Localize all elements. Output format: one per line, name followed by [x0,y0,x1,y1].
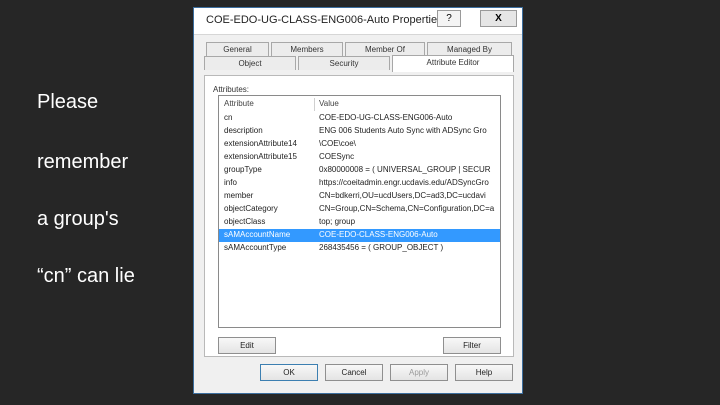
help-title-button[interactable]: ? [437,10,461,27]
table-row[interactable]: description ENG 006 Students Auto Sync wi… [219,125,500,138]
tab-security[interactable]: Security [298,56,390,70]
filter-button[interactable]: Filter [443,337,501,354]
ok-button[interactable]: OK [260,364,318,381]
row-value: \COE\coe\ [319,139,356,148]
column-divider[interactable] [314,98,315,111]
table-row[interactable]: groupType 0x80000008 = ( UNIVERSAL_GROUP … [219,164,500,177]
column-header-value[interactable]: Value [319,99,339,108]
tab-members[interactable]: Members [271,42,343,56]
table-row[interactable]: info https://coeitadmin.engr.ucdavis.edu/… [219,177,500,190]
table-row[interactable]: objectCategory CN=Group,CN=Schema,CN=Conf… [219,203,500,216]
row-attribute: description [224,126,263,135]
table-row[interactable]: cn COE-EDO-UG-CLASS-ENG006-Auto [219,112,500,125]
row-value: https://coeitadmin.engr.ucdavis.edu/ADSy… [319,178,489,187]
row-value: COE-EDO-CLASS-ENG006-Auto [319,230,438,239]
row-attribute: info [224,178,237,187]
apply-button[interactable]: Apply [390,364,448,381]
row-attribute: extensionAttribute14 [224,139,297,148]
slide-line-3: a group's [37,208,119,230]
row-attribute: sAMAccountName [224,230,291,239]
row-value: 268435456 = ( GROUP_OBJECT ) [319,243,444,252]
row-value: 0x80000008 = ( UNIVERSAL_GROUP | SECUR [319,165,491,174]
row-value: CN=Group,CN=Schema,CN=Configuration,DC=a [319,204,495,213]
close-button[interactable]: X [480,10,517,27]
edit-button[interactable]: Edit [218,337,276,354]
row-attribute: member [224,191,254,200]
column-header-attribute[interactable]: Attribute [224,99,254,108]
row-attribute: groupType [224,165,262,174]
table-row[interactable]: extensionAttribute14 \COE\coe\ [219,138,500,151]
row-value: CN=bdkerri,OU=ucdUsers,DC=ad3,DC=ucdavi [319,191,486,200]
row-attribute: sAMAccountType [224,243,287,252]
table-row-selected[interactable]: sAMAccountName COE-EDO-CLASS-ENG006-Auto [219,229,500,242]
tab-managed-by[interactable]: Managed By [427,42,512,56]
dialog-title: COE-EDO-UG-CLASS-ENG006-Auto Properties [206,14,443,26]
tab-attribute-editor[interactable]: Attribute Editor [392,55,514,72]
row-attribute: objectClass [224,217,266,226]
dialog-titlebar[interactable]: COE-EDO-UG-CLASS-ENG006-Auto Properties … [194,8,522,35]
row-attribute: cn [224,113,233,122]
slide-line-1: Please [37,91,99,113]
tab-general[interactable]: General [206,42,269,56]
cancel-button[interactable]: Cancel [325,364,383,381]
help-button[interactable]: Help [455,364,513,381]
row-value: ENG 006 Students Auto Sync with ADSync G… [319,126,487,135]
row-value: COESync [319,152,355,161]
attributes-label: Attributes: [213,85,250,94]
properties-dialog: COE-EDO-UG-CLASS-ENG006-Auto Properties … [193,7,523,394]
attributes-list[interactable]: Attribute Value cn COE-EDO-UG-CLASS-ENG00… [218,95,501,328]
table-row[interactable]: objectClass top; group [219,216,500,229]
slide-line-2: remember [37,151,129,173]
attribute-editor-panel: Attributes: Attribute Value cn COE-EDO-UG… [204,75,514,357]
slide-line-4: “cn” can lie [37,265,135,287]
row-attribute: extensionAttribute15 [224,152,297,161]
tab-member-of[interactable]: Member Of [345,42,425,56]
list-header: Attribute Value [219,98,500,111]
row-value: top; group [319,217,356,226]
table-row[interactable]: member CN=bdkerri,OU=ucdUsers,DC=ad3,DC=u… [219,190,500,203]
table-row[interactable]: extensionAttribute15 COESync [219,151,500,164]
row-value: COE-EDO-UG-CLASS-ENG006-Auto [319,113,453,122]
row-attribute: objectCategory [224,204,278,213]
table-row[interactable]: sAMAccountType 268435456 = ( GROUP_OBJECT… [219,242,500,255]
tab-object[interactable]: Object [204,56,296,70]
